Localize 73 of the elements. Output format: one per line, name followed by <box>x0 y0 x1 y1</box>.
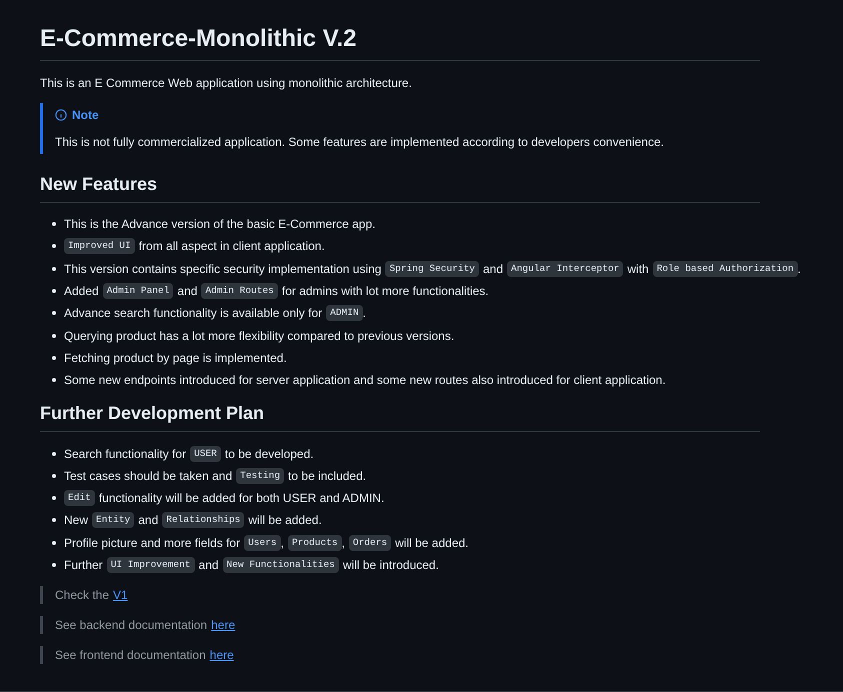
inline-code: Products <box>288 534 342 551</box>
list-text: New <box>64 512 88 528</box>
bullet-icon <box>52 452 56 456</box>
list-text: to be included. <box>288 468 366 484</box>
list-text: for admins with lot more functionalities. <box>282 283 489 300</box>
inline-code: Spring Security <box>385 260 479 277</box>
info-icon <box>55 109 67 121</box>
quote-text: See frontend documentation <box>55 647 206 664</box>
quote-text: See backend documentation <box>55 617 208 634</box>
inline-code: Admin Panel <box>102 283 174 300</box>
bullet-icon <box>52 496 56 500</box>
link[interactable]: here <box>211 616 236 634</box>
bullet-icon <box>52 378 56 382</box>
bullet-icon <box>52 289 56 294</box>
inline-code: Role based Authorization <box>652 260 798 277</box>
inline-code: New Functionalities <box>222 557 339 573</box>
list-text: and <box>198 557 219 573</box>
list-text: functionality will be added for both USER and ADMIN. <box>98 490 384 506</box>
link[interactable]: V1 <box>113 586 128 604</box>
section-heading: Further Development Plan <box>40 402 264 426</box>
bullet-icon <box>52 334 56 338</box>
inline-code: Users <box>244 534 281 551</box>
inline-code: Orders <box>348 534 392 551</box>
list-text: Some new endpoints introduced for server application and some new routes also introduced for client application. <box>64 372 666 388</box>
list-text: , <box>342 534 345 551</box>
list-text: Test cases should be taken and <box>64 468 232 484</box>
list-text: will be introduced. <box>342 557 439 573</box>
list-text: Search functionality for <box>64 446 186 462</box>
inline-code: Angular Interceptor <box>507 260 624 277</box>
list-text: Further <box>64 557 103 573</box>
list-text: and <box>483 260 504 277</box>
list-text: , <box>280 534 284 551</box>
list-text: Querying product has a lot more flexibility compared to previous versions. <box>64 328 454 344</box>
list-text: This is the Advance version of the basic E-Commerce app. <box>64 216 376 232</box>
list-text: . <box>362 305 366 322</box>
list-text: to be developed. <box>224 446 314 462</box>
bullet-icon <box>52 266 56 271</box>
inline-code: Admin Routes <box>201 283 278 300</box>
bullet-icon <box>52 540 56 545</box>
quote-text: Check the <box>55 587 110 604</box>
bullet-icon <box>52 244 56 248</box>
list-text: Profile picture and more fields for <box>64 534 240 551</box>
section-heading: New Features <box>40 173 158 196</box>
intro-text: This is an E Commerce Web application using monolithic architecture. <box>40 75 413 91</box>
inline-code: USER <box>190 446 221 462</box>
note-label: Note <box>72 107 99 123</box>
list-text: and <box>138 512 158 528</box>
list-text: . <box>798 260 801 277</box>
bullet-icon <box>52 563 56 567</box>
page-title: E-Commerce-Monolithic V.2 <box>40 24 357 54</box>
bullet-icon <box>52 518 56 522</box>
list-text: Added <box>64 283 99 300</box>
bullet-icon <box>52 222 56 226</box>
inline-code: Improved UI <box>64 238 135 254</box>
inline-code: Relationships <box>162 512 244 528</box>
list-text: and <box>177 283 198 300</box>
list-text: Advance search functionality is available only for <box>64 305 322 322</box>
list-text: Fetching product by page is implemented. <box>64 350 287 366</box>
bullet-icon <box>52 474 56 478</box>
list-text: will be added. <box>248 512 322 528</box>
note-text: This is not fully commercialized application. Some features are implemented according to developers convenience. <box>55 134 665 150</box>
link[interactable]: here <box>210 646 234 664</box>
inline-code: UI Improvement <box>106 557 195 573</box>
list-text: This version contains specific security implementation using <box>64 260 382 277</box>
list-text: from all aspect in client application. <box>138 238 325 254</box>
inline-code: ADMIN <box>326 305 363 322</box>
inline-code: Testing <box>236 468 284 484</box>
inline-code: Entity <box>92 512 134 528</box>
bullet-icon <box>52 356 56 360</box>
list-text: with <box>627 260 649 277</box>
list-text: will be added. <box>395 534 469 551</box>
bullet-icon <box>52 311 56 316</box>
inline-code: Edit <box>64 490 95 506</box>
